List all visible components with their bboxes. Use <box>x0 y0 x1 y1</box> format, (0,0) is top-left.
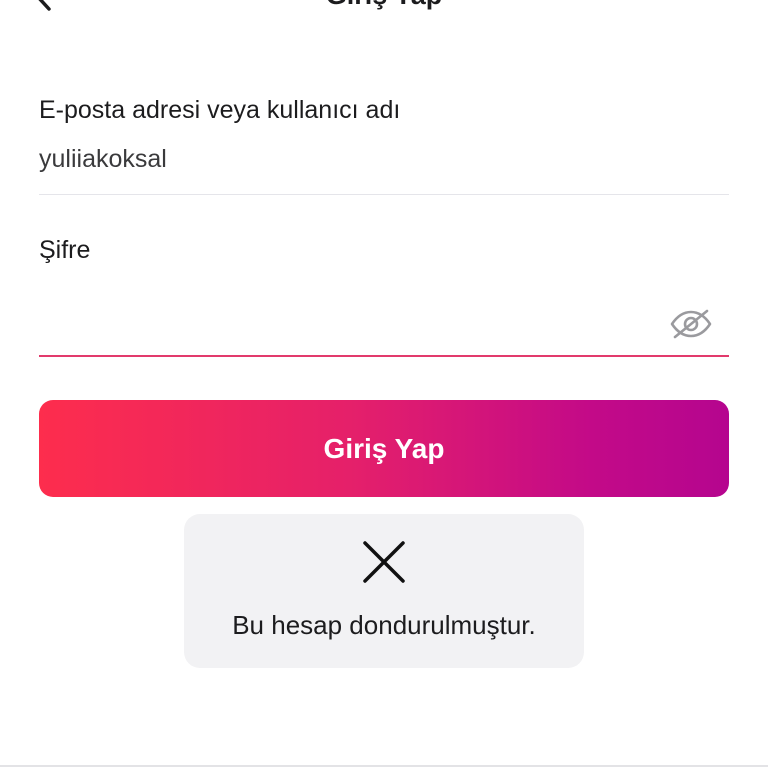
error-toast: Bu hesap dondurulmuştur. <box>184 514 584 668</box>
email-label: E-posta adresi veya kullanıcı adı <box>39 96 401 124</box>
password-label: Şifre <box>39 236 91 264</box>
close-icon <box>363 541 405 583</box>
page-title: Giriş Yap <box>0 0 768 11</box>
email-input[interactable]: yuliiakoksal <box>39 145 729 195</box>
password-visibility-toggle[interactable] <box>669 309 713 339</box>
header: Giriş Yap <box>0 0 768 18</box>
login-button-label: Giriş Yap <box>323 432 445 464</box>
eye-slash-icon <box>670 309 712 339</box>
password-field-group: Şifre <box>39 236 729 357</box>
login-screen: Giriş Yap E-posta adresi veya kullanıcı … <box>0 0 768 768</box>
bottom-divider <box>0 765 768 767</box>
password-input[interactable] <box>39 291 729 357</box>
toast-message: Bu hesap dondurulmuştur. <box>232 610 536 640</box>
email-field-group: E-posta adresi veya kullanıcı adı yuliia… <box>39 96 729 195</box>
login-button[interactable]: Giriş Yap <box>39 400 729 497</box>
